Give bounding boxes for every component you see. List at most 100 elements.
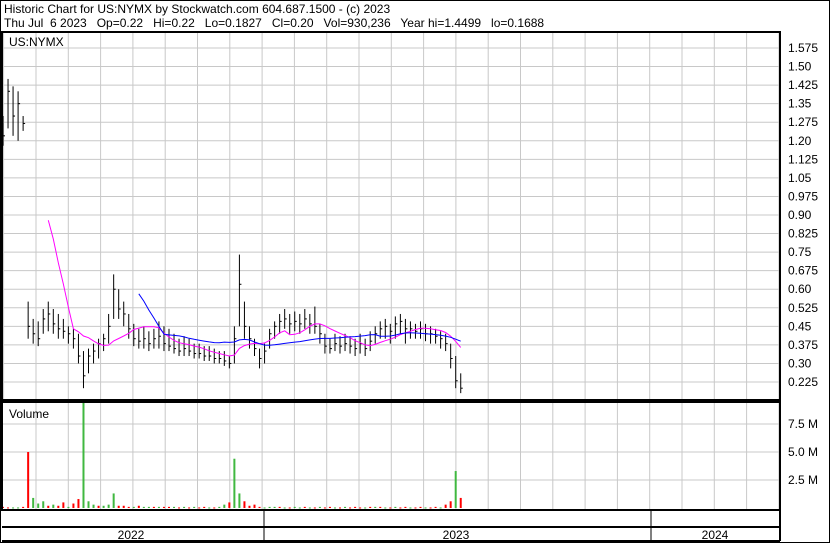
- year-label-2024: 2024: [702, 528, 729, 542]
- volume-bar: [117, 505, 120, 508]
- price-tick-label: 0.375: [788, 338, 818, 352]
- volume-bar: [303, 506, 306, 508]
- volume-bar: [333, 507, 336, 509]
- volume-bar: [288, 507, 291, 509]
- volume-bar: [268, 506, 271, 508]
- volume-bar: [439, 507, 442, 509]
- volume-bar: [87, 501, 90, 508]
- volume-bar: [112, 493, 115, 508]
- price-tick-label: 1.20: [788, 134, 812, 148]
- volume-bar: [339, 507, 342, 509]
- price-tick-label: 1.125: [788, 152, 818, 166]
- volume-tick-label: 7.5 M: [788, 417, 818, 431]
- volume-bar: [137, 505, 140, 508]
- volume-bar: [7, 507, 10, 509]
- volume-bar: [12, 507, 15, 509]
- volume-bar: [92, 504, 95, 508]
- volume-bar: [97, 505, 100, 508]
- volume-bar: [213, 507, 216, 509]
- volume-bar: [198, 507, 201, 509]
- volume-bar: [142, 506, 145, 508]
- volume-bar: [318, 506, 321, 508]
- volume-bar: [364, 507, 367, 509]
- price-tick-label: 1.05: [788, 171, 812, 185]
- volume-bar: [193, 506, 196, 508]
- volume-bar: [17, 507, 20, 509]
- volume-bar: [62, 502, 65, 508]
- volume-bar: [32, 497, 35, 508]
- volume-bar: [379, 506, 382, 508]
- volume-bar: [107, 504, 110, 508]
- volume-bar: [389, 507, 392, 509]
- volume-bar: [233, 458, 236, 508]
- price-tick-label: 1.575: [788, 41, 818, 55]
- volume-bar: [27, 452, 30, 508]
- volume-bar: [67, 506, 70, 508]
- volume-bar: [328, 506, 331, 508]
- price-tick-label: 1.425: [788, 78, 818, 92]
- volume-bar: [203, 506, 206, 508]
- volume-bar: [414, 507, 417, 509]
- volume-bar: [238, 493, 241, 508]
- volume-bar: [359, 507, 362, 509]
- volume-bar: [263, 507, 266, 509]
- volume-bar: [228, 502, 231, 508]
- volume-bar: [248, 505, 251, 508]
- volume-bar: [444, 504, 447, 508]
- price-tick-label: 1.35: [788, 97, 812, 111]
- volume-bar: [102, 505, 105, 508]
- volume-bar: [183, 506, 186, 508]
- outer-frame: [0, 0, 830, 543]
- volume-bar: [399, 507, 402, 509]
- volume-bar: [47, 505, 50, 508]
- volume-bar: [147, 506, 150, 508]
- volume-bar: [349, 507, 352, 509]
- volume-bar: [178, 507, 181, 509]
- price-tick-label: 0.675: [788, 264, 818, 278]
- volume-bar: [243, 501, 246, 508]
- volume-bar: [278, 506, 281, 508]
- volume-bar: [313, 507, 316, 509]
- volume-bar: [258, 506, 261, 508]
- volume-bar: [434, 506, 437, 508]
- volume-bar: [283, 507, 286, 509]
- volume-bar: [223, 504, 226, 508]
- price-tick-label: 0.45: [788, 319, 812, 333]
- header-quote: Thu Jul 6 2023 Op=0.22 Hi=0.22 Lo=0.1827…: [4, 16, 544, 30]
- volume-bar: [449, 501, 452, 508]
- price-tick-label: 1.275: [788, 115, 818, 129]
- header-title: Historic Chart for US:NYMX by Stockwatch…: [4, 2, 390, 16]
- volume-bar: [132, 506, 135, 508]
- volume-bar: [173, 506, 176, 508]
- volume-bar: [429, 507, 432, 509]
- price-tick-label: 0.75: [788, 245, 812, 259]
- volume-bar: [42, 501, 45, 508]
- volume-bar: [308, 507, 311, 509]
- year-label-2023: 2023: [443, 528, 470, 542]
- volume-bar: [253, 504, 256, 508]
- volume-bar: [22, 506, 25, 508]
- volume-tick-label: 2.5 M: [788, 473, 818, 487]
- volume-bar: [404, 506, 407, 508]
- volume-bar: [344, 506, 347, 508]
- volume-bar: [424, 507, 427, 509]
- volume-bar: [323, 507, 326, 509]
- volume-bar: [354, 506, 357, 508]
- volume-bar: [384, 507, 387, 509]
- volume-bar: [122, 505, 125, 508]
- year-label-2022: 2022: [118, 528, 145, 542]
- volume-bar: [273, 506, 276, 508]
- volume-bar: [152, 506, 155, 508]
- volume-bar: [419, 506, 422, 508]
- chart-svg: Historic Chart for US:NYMX by Stockwatch…: [0, 0, 830, 543]
- volume-bar: [82, 401, 85, 508]
- volume-bar: [298, 507, 301, 509]
- volume-bar: [57, 505, 60, 508]
- price-tick-label: 0.90: [788, 208, 812, 222]
- volume-tick-label: 5.0 M: [788, 445, 818, 459]
- price-tick-label: 0.30: [788, 356, 812, 370]
- volume-bar: [77, 499, 80, 508]
- volume-bar: [454, 471, 457, 508]
- volume-bar: [37, 503, 40, 508]
- volume-bar: [72, 503, 75, 508]
